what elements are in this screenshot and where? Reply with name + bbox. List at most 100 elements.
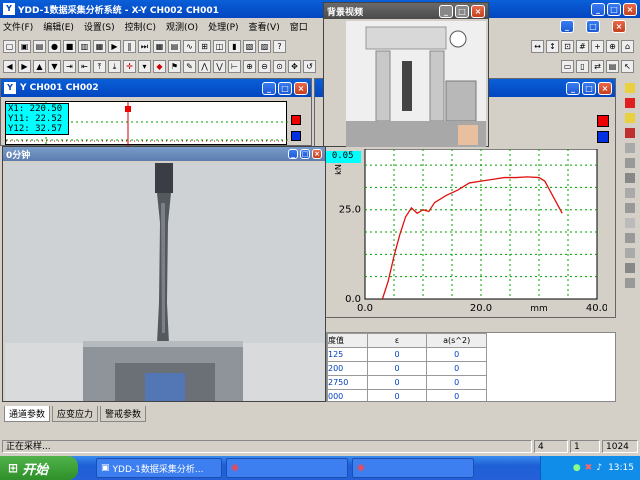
xy-maximize-button[interactable]: □	[582, 81, 596, 95]
tool-icon[interactable]	[625, 188, 635, 198]
mark-icon[interactable]: ⊕	[606, 39, 619, 53]
step-icon[interactable]: ⏭	[138, 39, 151, 53]
channel-2-color-swatch[interactable]	[291, 131, 301, 141]
star-tool-icon[interactable]	[625, 113, 635, 123]
zoom-out-x-icon[interactable]: ⇤	[78, 59, 91, 73]
video-close-button[interactable]: ×	[312, 149, 322, 159]
peak-icon[interactable]: ⋀	[198, 59, 211, 73]
layout-icon[interactable]: ▤	[606, 59, 619, 73]
table-row[interactable]: 200 0 0	[327, 361, 487, 376]
zoom-in-icon[interactable]: ⊕	[243, 59, 256, 73]
tile-h-icon[interactable]: ▭	[561, 59, 574, 73]
zoom-out-icon[interactable]: ⊖	[258, 59, 271, 73]
tool-icon[interactable]	[625, 218, 635, 228]
tool-icon[interactable]	[625, 203, 635, 213]
tool-icon[interactable]	[625, 248, 635, 258]
table-row[interactable]: 000 0 0	[327, 389, 487, 401]
save-icon[interactable]: ▤	[33, 39, 46, 53]
xy-plot-svg[interactable]: 0.025.00.0 20.0 40.0mm	[317, 149, 607, 317]
scope-icon[interactable]: ◫	[213, 39, 226, 53]
taskbar-item-video[interactable]: ◉	[226, 458, 348, 478]
menu-view[interactable]: 查看(V)	[249, 20, 280, 34]
table-row[interactable]: 125 0 0	[327, 347, 487, 362]
zoom-reset-icon[interactable]: ⊙	[273, 59, 286, 73]
minimize-button[interactable]: _	[591, 2, 605, 16]
zoom-in-x-icon[interactable]: ⇥	[63, 59, 76, 73]
menu-control[interactable]: 控制(C)	[125, 20, 156, 34]
xy-minimize-button[interactable]: _	[566, 81, 580, 95]
channel-close-button[interactable]: ×	[294, 81, 308, 95]
table-icon[interactable]: ▤	[168, 39, 181, 53]
bg-video-close-button[interactable]: ×	[471, 4, 485, 18]
child-restore-button[interactable]: □	[586, 20, 600, 33]
pause-icon[interactable]: ‖	[123, 39, 136, 53]
flag-icon[interactable]: ⚑	[168, 59, 181, 73]
tab-strain-stress[interactable]: 应变应力	[52, 406, 99, 422]
menu-edit[interactable]: 编辑(E)	[43, 20, 74, 34]
help-icon[interactable]: ?	[273, 39, 286, 53]
menu-window[interactable]: 窗口	[290, 20, 308, 34]
video-maximize-button[interactable]: □	[300, 149, 310, 159]
stop-icon[interactable]: ■	[63, 39, 76, 53]
volume-icon[interactable]: ♪	[596, 463, 602, 473]
cursor-icon[interactable]: +	[591, 39, 604, 53]
play-icon[interactable]: ▶	[108, 39, 121, 53]
menu-file[interactable]: 文件(F)	[3, 20, 33, 34]
cascade-icon[interactable]: ▨	[258, 39, 271, 53]
arrow-right-icon[interactable]: ▶	[18, 59, 31, 73]
lock-icon[interactable]: ⌂	[621, 39, 634, 53]
tool-icon[interactable]	[625, 158, 635, 168]
tab-channel-params[interactable]: 通道参数	[4, 406, 51, 422]
taskbar-item-camera[interactable]: ◉	[352, 458, 474, 478]
channel-maximize-button[interactable]: □	[278, 81, 292, 95]
arrow-left-icon[interactable]: ◀	[3, 59, 16, 73]
arrow-down-icon[interactable]: ▼	[48, 59, 61, 73]
network-icon[interactable]: ●	[573, 463, 581, 473]
video-minimize-button[interactable]: _	[288, 149, 298, 159]
red-tool-icon[interactable]	[625, 98, 635, 108]
reset-icon[interactable]: ↺	[303, 59, 316, 73]
child-close-button[interactable]: ×	[612, 20, 626, 33]
pen-tool-icon[interactable]	[625, 128, 635, 138]
taskbar-item-app[interactable]: ▣ YDD-1数据采集分析...	[96, 458, 222, 478]
yellow-tool-icon[interactable]	[625, 83, 635, 93]
menu-process[interactable]: 处理(P)	[208, 20, 238, 34]
print-icon[interactable]: ▦	[93, 39, 106, 53]
zoom-x-icon[interactable]: ↔	[531, 39, 544, 53]
maximize-button[interactable]: □	[607, 2, 621, 16]
xy-icon[interactable]: ⊞	[198, 39, 211, 53]
security-icon[interactable]: ✖	[585, 463, 593, 473]
xy-series-1-swatch[interactable]	[597, 115, 609, 127]
new-icon[interactable]: ▢	[3, 39, 16, 53]
tool-icon[interactable]	[625, 233, 635, 243]
menu-settings[interactable]: 设置(S)	[84, 20, 115, 34]
dropdown-icon[interactable]: ▾	[138, 59, 151, 73]
bg-video-maximize-button[interactable]: □	[455, 4, 469, 18]
spectrum-icon[interactable]: ▮	[228, 39, 241, 53]
tab-alarm-params[interactable]: 警戒参数	[100, 406, 147, 422]
channel-minimize-button[interactable]: _	[262, 81, 276, 95]
record-icon[interactable]: ●	[48, 39, 61, 53]
tool-icon[interactable]	[625, 143, 635, 153]
measure-icon[interactable]: ⊢	[228, 59, 241, 73]
sync-icon[interactable]: ⇄	[591, 59, 604, 73]
crosshair-icon[interactable]: ✛	[123, 59, 136, 73]
tile-v-icon[interactable]: ▯	[576, 59, 589, 73]
zoom-y-icon[interactable]: ↕	[546, 39, 559, 53]
marker-icon[interactable]: ✎	[183, 59, 196, 73]
tool-icon[interactable]	[625, 173, 635, 183]
tool-icon[interactable]	[625, 263, 635, 273]
xy-series-2-swatch[interactable]	[597, 131, 609, 143]
valley-icon[interactable]: ⋁	[213, 59, 226, 73]
channel-1-color-swatch[interactable]	[291, 115, 301, 125]
grid-toggle-icon[interactable]: #	[576, 39, 589, 53]
pan-icon[interactable]: ✥	[288, 59, 301, 73]
red-diamond-icon[interactable]: ◆	[153, 59, 166, 73]
tile-icon[interactable]: ▧	[243, 39, 256, 53]
zoom-in-y-icon[interactable]: ⤒	[93, 59, 106, 73]
child-minimize-button[interactable]: _	[560, 20, 574, 33]
table-row[interactable]: 2750 0 0	[327, 375, 487, 390]
chart-icon[interactable]: ▥	[78, 39, 91, 53]
grid-icon[interactable]: ▦	[153, 39, 166, 53]
close-button[interactable]: ×	[623, 2, 637, 16]
